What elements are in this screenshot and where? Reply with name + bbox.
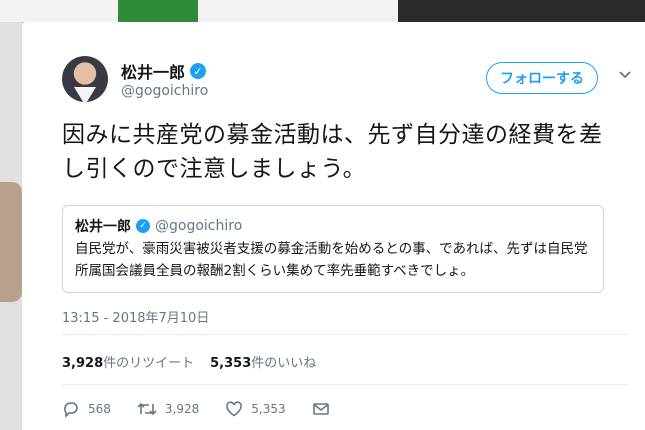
quoted-author-handle: @gogoichiro xyxy=(155,218,243,234)
reply-button[interactable]: 568 xyxy=(62,400,111,418)
chevron-down-icon[interactable] xyxy=(618,68,632,82)
author-name-row[interactable]: 松井一郎 ✓ xyxy=(121,59,207,83)
divider xyxy=(62,334,628,335)
background-left-strip xyxy=(0,22,22,430)
follow-button[interactable]: フォローする xyxy=(486,62,598,94)
retweet-stat-label: 件のリツイート xyxy=(103,356,195,371)
reply-icon xyxy=(64,402,78,418)
retweet-button[interactable]: 3,928 xyxy=(137,400,199,418)
background-person xyxy=(0,182,22,302)
tweet-card: 松井一郎 ✓ @gogoichiro フォローする 因みに共産党の募金活動は、先… xyxy=(22,22,645,430)
heart-icon xyxy=(226,401,243,417)
author-handle[interactable]: @gogoichiro xyxy=(121,83,208,99)
author-name[interactable]: 松井一郎 xyxy=(121,59,185,83)
like-button[interactable]: 5,353 xyxy=(225,400,286,418)
reply-count: 568 xyxy=(88,402,111,416)
tweet-actions: 568 3,928 5,353 xyxy=(62,400,356,418)
quoted-tweet-header: 松井一郎 ✓ @gogoichiro xyxy=(75,216,242,236)
like-count: 5,353 xyxy=(251,402,286,416)
retweet-count: 3,928 xyxy=(164,402,200,416)
direct-message-button[interactable] xyxy=(312,401,330,417)
verified-icon: ✓ xyxy=(190,63,207,79)
mail-icon xyxy=(312,403,329,415)
quoted-tweet-text: 自民党が、豪雨災害被災者支援の募金活動を始めるとの事、であれば、先ずは自民党所属… xyxy=(75,241,588,279)
tweet-text: 因みに共産党の募金活動は、先ず自分達の経費を差し引くので注意しましょう。 xyxy=(62,122,603,182)
background-photo xyxy=(398,0,645,22)
like-stat-label: 件のいいね xyxy=(251,356,317,371)
verified-icon: ✓ xyxy=(136,219,150,233)
retweet-stat[interactable]: 3,928件のリツイート xyxy=(62,352,194,371)
divider xyxy=(62,384,628,385)
quoted-tweet[interactable]: 松井一郎 ✓ @gogoichiro 自民党が、豪雨災害被災者支援の募金活動を始… xyxy=(62,205,604,293)
background-top-strip xyxy=(0,0,645,22)
quoted-author-name: 松井一郎 xyxy=(75,219,131,235)
tweet-timestamp[interactable]: 13:15 - 2018年7月10日 xyxy=(62,307,209,326)
like-stat[interactable]: 5,353件のいいね xyxy=(210,352,316,371)
tweet-stats: 3,928件のリツイート 5,353件のいいね xyxy=(62,352,316,371)
background-poster xyxy=(118,0,198,22)
retweet-stat-count: 3,928 xyxy=(62,356,104,371)
retweet-icon xyxy=(137,402,157,416)
like-stat-count: 5,353 xyxy=(210,356,252,371)
avatar[interactable] xyxy=(62,56,108,102)
